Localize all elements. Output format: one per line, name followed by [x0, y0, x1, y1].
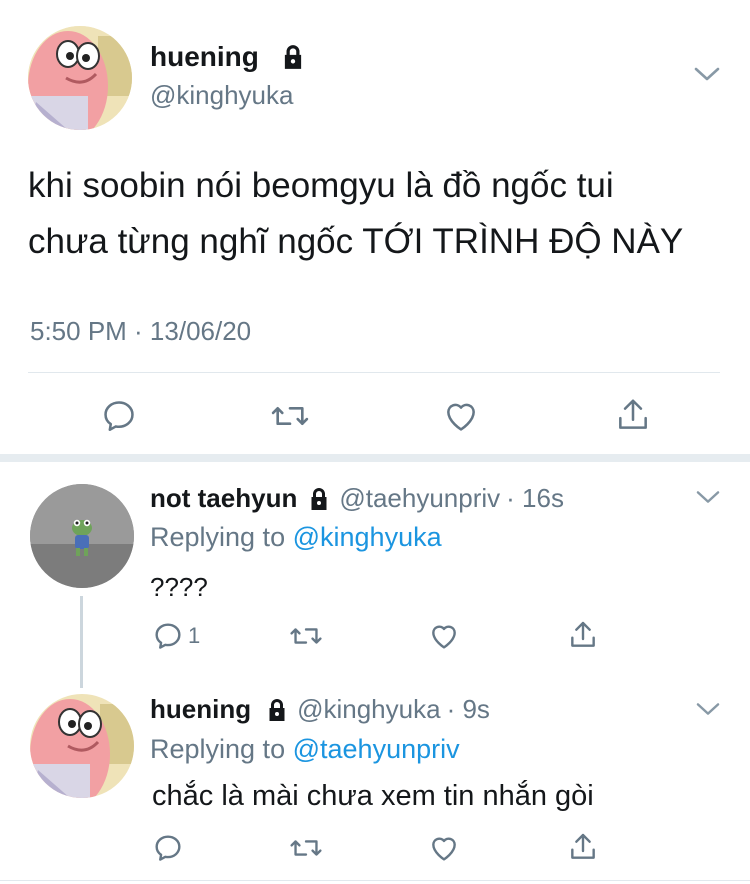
retweet-icon [270, 397, 310, 435]
author-name[interactable]: not taehyun [150, 483, 297, 514]
reply-count: 1 [188, 623, 201, 648]
lock-icon [265, 698, 289, 722]
avatar[interactable] [28, 26, 132, 130]
reply-button[interactable]: 1 [152, 620, 200, 652]
share-button[interactable] [567, 830, 599, 864]
share-button[interactable] [614, 395, 652, 435]
like-button[interactable] [428, 620, 460, 652]
author-name[interactable]: huening [150, 41, 259, 73]
chevron-down-icon[interactable] [693, 62, 721, 86]
share-icon [567, 830, 599, 864]
share-icon [567, 618, 599, 652]
like-button[interactable] [442, 397, 480, 435]
reply-icon [152, 620, 184, 652]
divider [0, 880, 750, 881]
reply-text: chắc là mài chưa xem tin nhắn gòi [152, 780, 594, 812]
reply-button[interactable] [100, 397, 138, 435]
author-handle[interactable]: @kinghyuka [150, 80, 293, 111]
reply-text: ???? [150, 572, 208, 602]
reply-time[interactable]: · 16s [506, 483, 564, 514]
replying-to-label: Replying to [150, 734, 286, 764]
share-icon [614, 395, 652, 435]
retweet-button[interactable] [289, 832, 323, 864]
lock-icon [307, 487, 331, 511]
heart-icon [428, 832, 460, 864]
avatar[interactable] [30, 694, 134, 798]
chevron-down-icon[interactable] [695, 486, 721, 508]
tweet-text-line-2: chưa từng nghĩ ngốc TỚI TRÌNH ĐỘ NÀY [28, 222, 684, 261]
retweet-button[interactable] [289, 620, 323, 652]
thread-line [80, 596, 83, 688]
heart-icon [442, 397, 480, 435]
avatar[interactable] [30, 484, 134, 588]
replying-to-label: Replying to [150, 522, 286, 552]
reply-icon [100, 397, 138, 435]
tweet-timestamp[interactable]: 5:50 PM · 13/06/20 [30, 316, 251, 347]
heart-icon [428, 620, 460, 652]
retweet-icon [289, 620, 323, 652]
divider [28, 372, 720, 373]
reply-icon [152, 832, 184, 864]
author-handle[interactable]: @taehyunpriv [339, 483, 500, 514]
share-button[interactable] [567, 618, 599, 652]
replying-to-link[interactable]: @taehyunpriv [293, 734, 460, 764]
lock-icon [280, 44, 306, 70]
author-name[interactable]: huening [150, 694, 251, 725]
section-divider [0, 454, 750, 462]
retweet-icon [289, 832, 323, 864]
author-handle[interactable]: @kinghyuka [297, 694, 440, 725]
replying-to-link[interactable]: @kinghyuka [293, 522, 442, 552]
tweet-text-line-1: khi soobin nói beomgyu là đồ ngốc tui [28, 166, 614, 205]
reply-time[interactable]: · 9s [447, 694, 490, 725]
like-button[interactable] [428, 832, 460, 864]
chevron-down-icon[interactable] [695, 698, 721, 720]
reply-button[interactable] [152, 832, 184, 864]
retweet-button[interactable] [270, 397, 310, 435]
